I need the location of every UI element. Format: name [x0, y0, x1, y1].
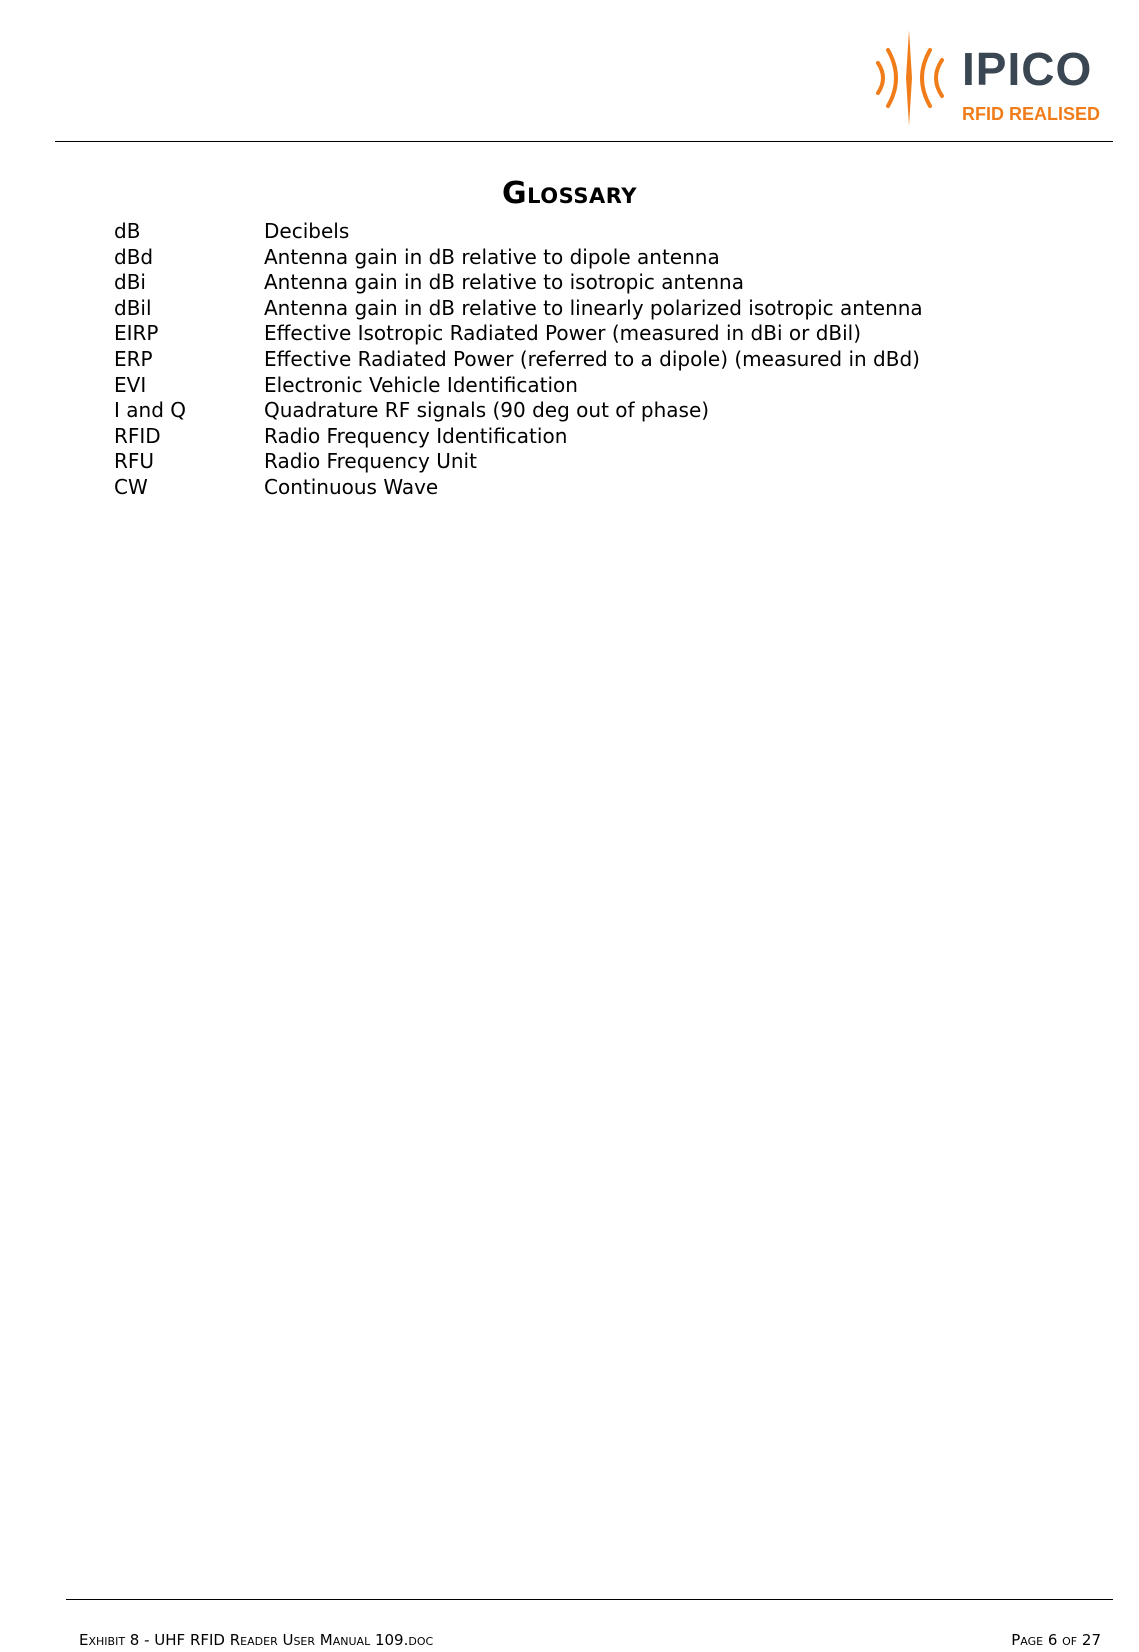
glossary-definition: Electronic Vehicle Identification [264, 372, 578, 397]
footer-page-number: Page 6 of 27 [1011, 1631, 1101, 1649]
glossary-term: EIRP [114, 321, 159, 346]
glossary-definition: Continuous Wave [264, 474, 439, 499]
logo-wordmark: IPICO [962, 43, 1093, 95]
glossary-term: I and Q [114, 398, 186, 423]
footer-divider [66, 1599, 1113, 1600]
glossary-term: EVI [114, 372, 147, 397]
glossary-definition: Decibels [264, 219, 350, 243]
glossary-term: RFU [114, 449, 155, 474]
glossary-term: dBd [114, 244, 154, 269]
glossary-definition: Radio Frequency Unit [264, 449, 477, 474]
ipico-logo: IPICO RFID REALISED [872, 28, 1102, 128]
footer-document-name: Exhibit 8 - UHF RFID Reader User Manual … [79, 1631, 434, 1649]
glossary-definition: Quadrature RF signals (90 deg out of pha… [264, 398, 710, 423]
glossary-definition: Effective Radiated Power (referred to a … [264, 346, 920, 371]
logo-tagline: RFID REALISED [962, 104, 1101, 124]
glossary-term: dBil [114, 295, 152, 320]
glossary-term: CW [114, 474, 148, 499]
glossary-definition: Antenna gain in dB relative to isotropic… [264, 270, 744, 295]
header-divider [55, 141, 1113, 142]
glossary-definition: Radio Frequency Identification [264, 423, 568, 448]
glossary-definition: Antenna gain in dB relative to dipole an… [264, 244, 720, 269]
glossary-term: ERP [114, 346, 153, 371]
glossary-term: dBi [114, 270, 146, 295]
glossary-definition: Antenna gain in dB relative to linearly … [264, 295, 923, 320]
page-title: Glossary [502, 176, 637, 211]
glossary-term: RFID [114, 423, 161, 448]
rfid-waves-icon [876, 30, 944, 126]
glossary-definition: Effective Isotropic Radiated Power (meas… [264, 321, 862, 346]
glossary-term: dB [114, 219, 141, 243]
